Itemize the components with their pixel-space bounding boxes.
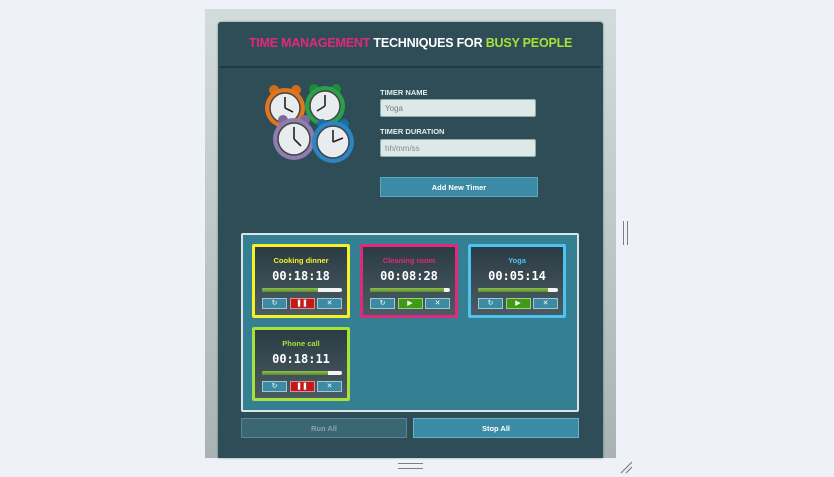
timer-name: Yoga: [508, 256, 526, 265]
run-all-button[interactable]: Run All: [241, 418, 407, 438]
close-icon[interactable]: ✕: [317, 298, 342, 309]
app-frame: TIME MANAGEMENT TECHNIQUES FOR BUSY PEOP…: [205, 9, 616, 458]
reset-icon[interactable]: ↻: [370, 298, 395, 309]
close-icon[interactable]: ✕: [533, 298, 558, 309]
timer-progress-bar: [262, 288, 342, 292]
timer-progress-bar: [478, 288, 558, 292]
pause-icon[interactable]: ❚❚: [289, 381, 315, 392]
timer-card-phone-call: Phone call 00:18:11 ↻ ❚❚ ✕: [252, 327, 350, 401]
reset-icon[interactable]: ↻: [478, 298, 503, 309]
close-icon[interactable]: ✕: [317, 381, 342, 392]
play-icon[interactable]: ▶: [397, 298, 423, 309]
close-icon[interactable]: ✕: [425, 298, 450, 309]
timer-progress-fill: [478, 288, 549, 292]
timer-progress-fill: [370, 288, 445, 292]
horizontal-resize-handle[interactable]: [398, 463, 423, 469]
timer-progress-bar: [370, 288, 450, 292]
timer-progress-fill: [262, 371, 329, 375]
timers-panel: Cooking dinner 00:18:18 ↻ ❚❚ ✕ Cleaning …: [241, 233, 579, 412]
alarm-clocks-icon: [265, 84, 354, 163]
title-part-busy-people: BUSY PEOPLE: [485, 36, 573, 50]
vertical-resize-handle[interactable]: [623, 221, 628, 245]
timer-countdown: 00:18:11: [272, 352, 330, 366]
timer-countdown: 00:08:28: [380, 269, 438, 283]
timer-progress-fill: [262, 288, 318, 292]
timer-countdown: 00:18:18: [272, 269, 330, 283]
timer-name: Phone call: [282, 339, 320, 348]
reset-icon[interactable]: ↻: [262, 381, 287, 392]
header-divider: [220, 66, 601, 68]
pause-icon[interactable]: ❚❚: [289, 298, 315, 309]
stop-all-button[interactable]: Stop All: [413, 418, 579, 438]
timer-countdown: 00:05:14: [488, 269, 546, 283]
timer-name: Cooking dinner: [273, 256, 329, 265]
timer-name: Cleaning room: [382, 256, 436, 265]
resize-grip-icon[interactable]: [619, 460, 633, 474]
timer-app-card: TIME MANAGEMENT TECHNIQUES FOR BUSY PEOP…: [218, 22, 603, 458]
timer-name-input[interactable]: [380, 99, 536, 117]
page-title: TIME MANAGEMENT TECHNIQUES FOR BUSY PEOP…: [218, 36, 603, 50]
timer-card-cleaning-room: Cleaning room 00:08:28 ↻ ▶ ✕: [360, 244, 458, 318]
timer-name-label: TIMER NAME: [380, 88, 428, 97]
title-part-techniques: TECHNIQUES FOR: [370, 36, 486, 50]
timer-card-yoga: Yoga 00:05:14 ↻ ▶ ✕: [468, 244, 566, 318]
add-new-timer-button[interactable]: Add New Timer: [380, 177, 538, 197]
timer-duration-label: TIMER DURATION: [380, 127, 445, 136]
timer-progress-bar: [262, 371, 342, 375]
timer-duration-input[interactable]: [380, 139, 536, 157]
timer-card-cooking-dinner: Cooking dinner 00:18:18 ↻ ❚❚ ✕: [252, 244, 350, 318]
title-part-time-management: TIME MANAGEMENT: [248, 36, 371, 50]
play-icon[interactable]: ▶: [505, 298, 531, 309]
reset-icon[interactable]: ↻: [262, 298, 287, 309]
